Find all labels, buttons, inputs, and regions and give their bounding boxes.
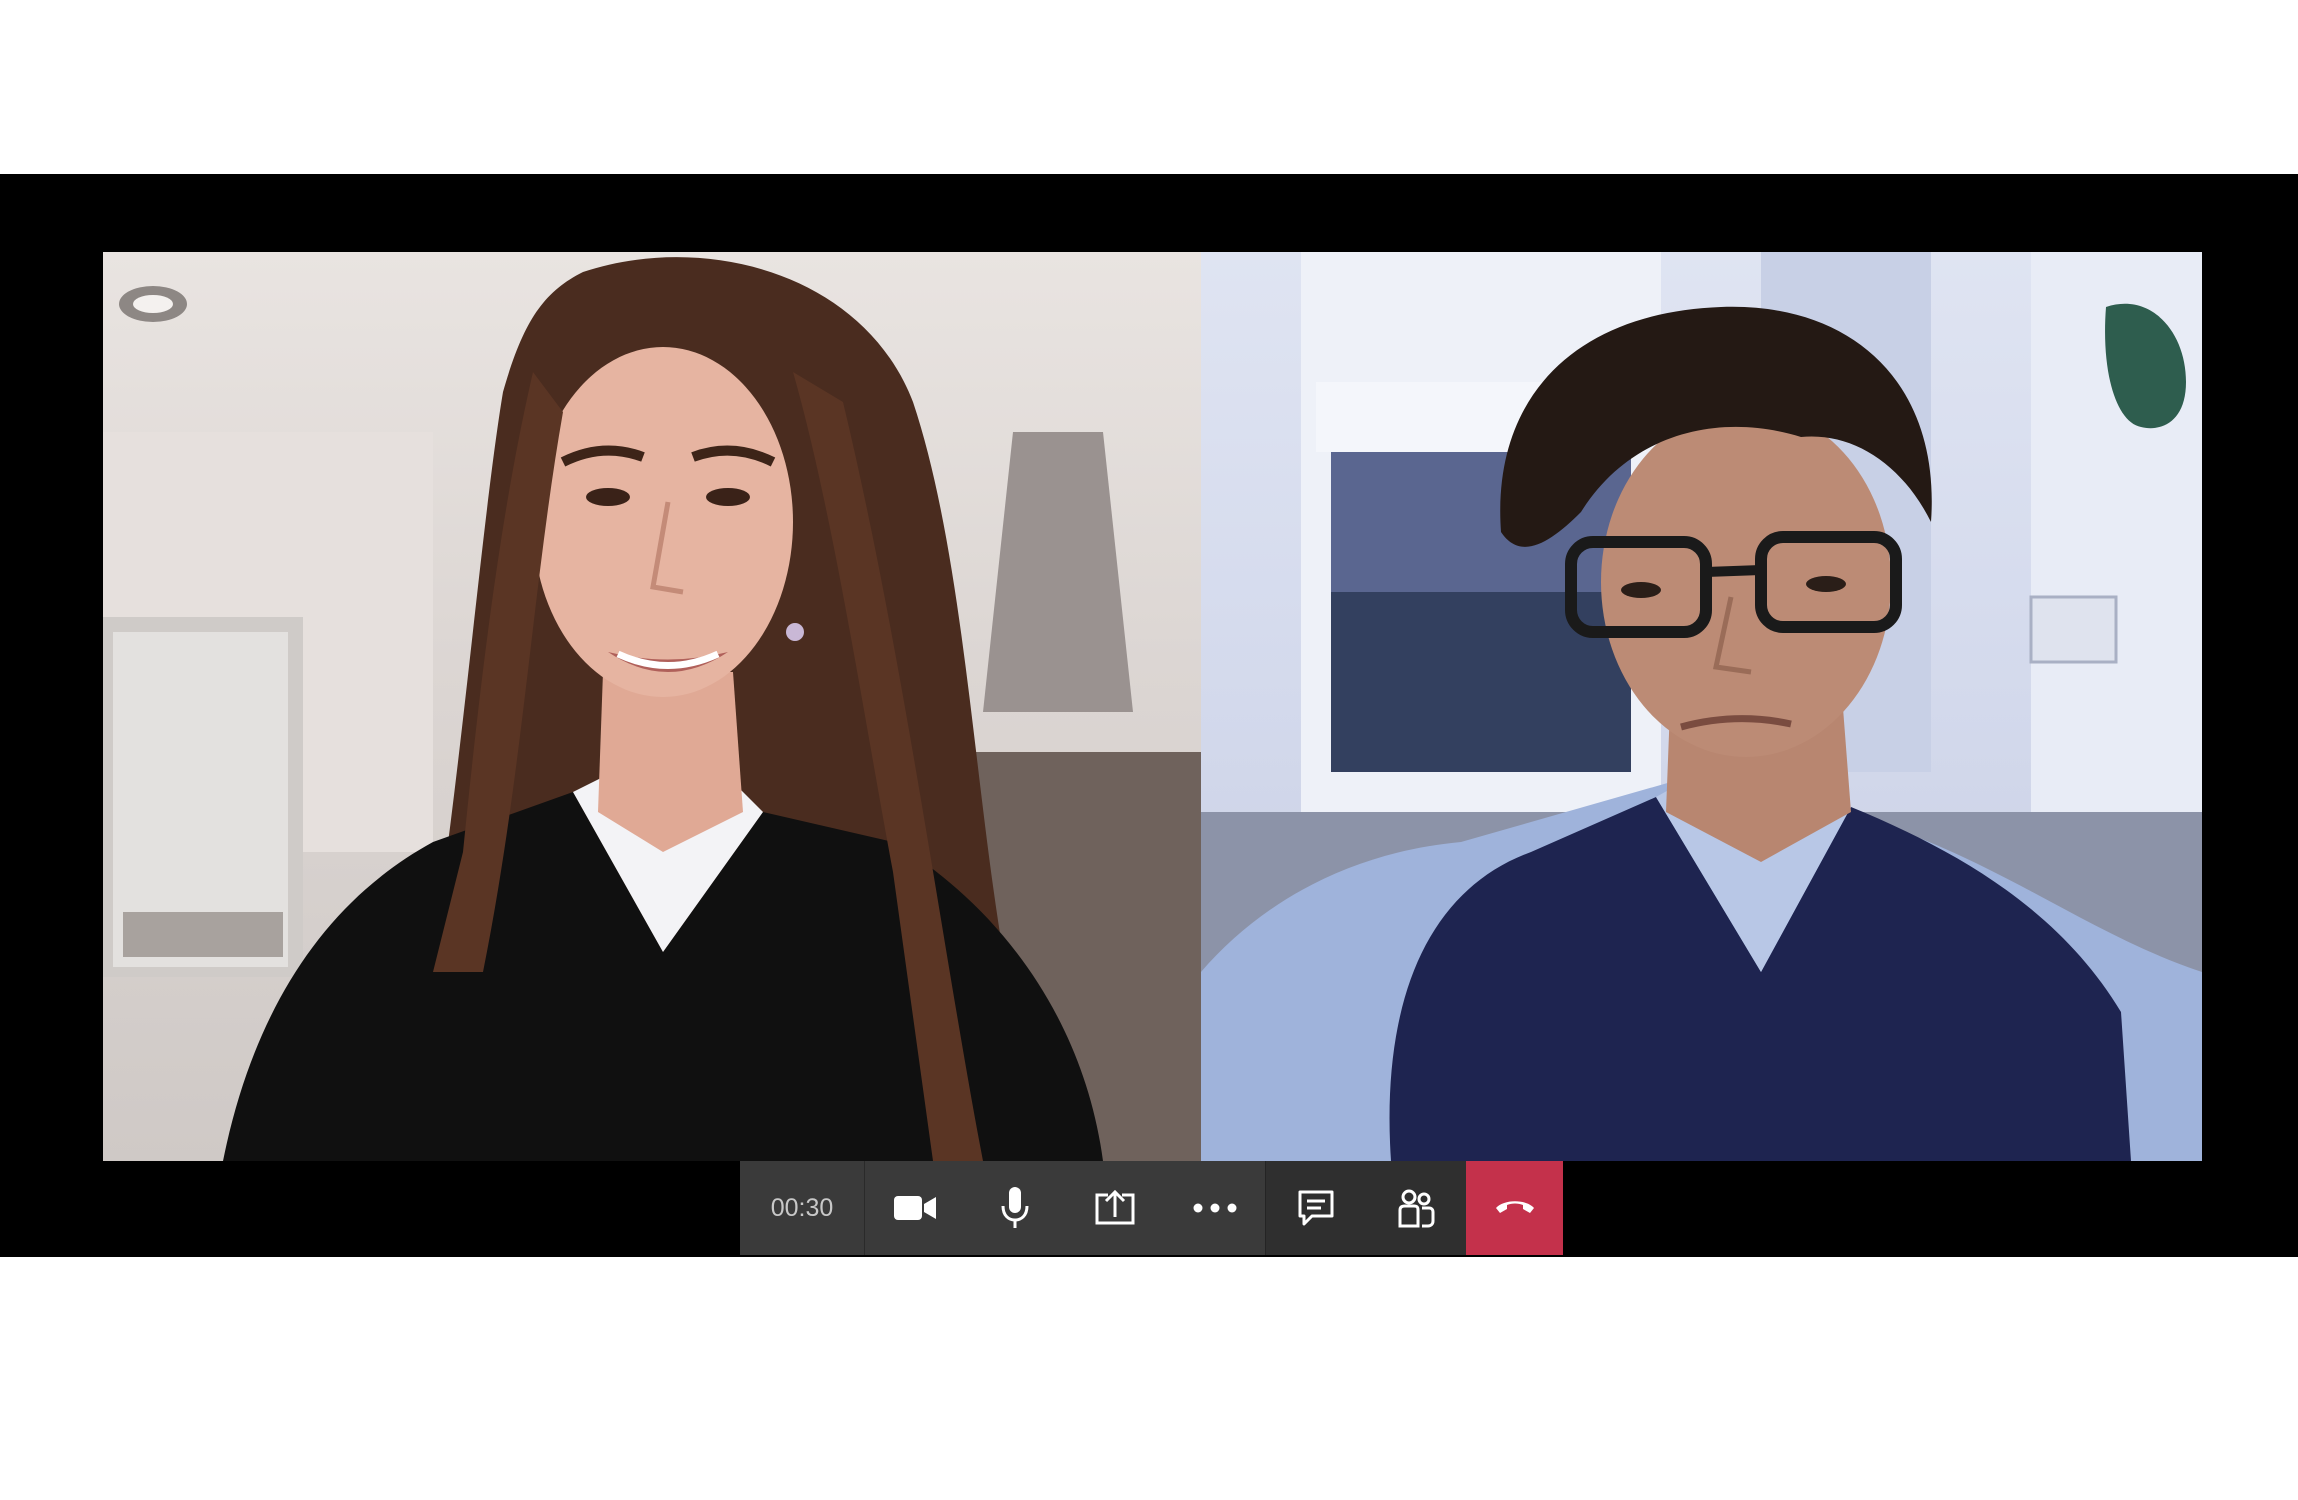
toggle-camera-button[interactable] xyxy=(865,1161,965,1255)
more-options-icon xyxy=(1193,1203,1237,1213)
video-call-window: 00:30 xyxy=(0,174,2298,1257)
participant-video-left[interactable] xyxy=(103,252,1201,1161)
share-screen-icon xyxy=(1094,1189,1136,1227)
meeting-controls-group xyxy=(1265,1161,1466,1255)
participant-video-right[interactable] xyxy=(1201,252,2202,1161)
participants-icon xyxy=(1396,1188,1436,1228)
share-screen-button[interactable] xyxy=(1065,1161,1165,1255)
media-controls-group xyxy=(865,1161,1265,1255)
toggle-microphone-button[interactable] xyxy=(965,1161,1065,1255)
show-participants-button[interactable] xyxy=(1366,1161,1466,1255)
call-duration-timer: 00:30 xyxy=(740,1161,865,1255)
call-controls-toolbar: 00:30 xyxy=(740,1161,1563,1255)
microphone-icon xyxy=(1000,1186,1030,1230)
more-options-button[interactable] xyxy=(1165,1161,1265,1255)
hang-up-button[interactable] xyxy=(1466,1161,1563,1255)
video-feed xyxy=(103,252,1201,1161)
hang-up-icon xyxy=(1494,1197,1536,1220)
show-chat-button[interactable] xyxy=(1266,1161,1366,1255)
page: 00:30 xyxy=(0,0,2298,1500)
video-feed xyxy=(1201,252,2202,1161)
video-camera-icon xyxy=(893,1193,937,1223)
chat-icon xyxy=(1297,1189,1335,1227)
